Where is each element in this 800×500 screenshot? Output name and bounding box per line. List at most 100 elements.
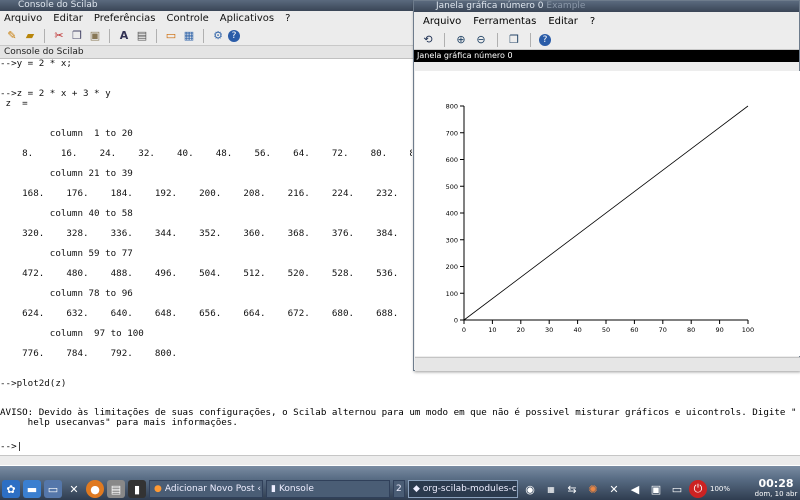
print-icon[interactable]: ▤ — [134, 28, 150, 44]
horizontal-scrollbar[interactable] — [0, 455, 800, 465]
x-tick-label: 50 — [602, 326, 610, 334]
clock-date: dom, 10 abr — [754, 490, 798, 498]
console-line: -->z = 2 * x + 3 * y — [0, 88, 111, 99]
y-tick-label: 500 — [446, 183, 458, 191]
x-tick-label: 90 — [715, 326, 723, 334]
task-konsole[interactable]: ▮ Konsole — [266, 480, 390, 498]
kde-menu-icon[interactable]: ✿ — [2, 480, 20, 498]
plot-canvas[interactable]: 0 10 20 30 40 50 60 70 80 90 100 0 100 200 300 400 500 60… — [415, 71, 800, 356]
firefox-icon: ● — [154, 484, 162, 494]
y-tick-label: 0 — [454, 317, 458, 325]
tools-icon[interactable]: ✕ — [65, 480, 83, 498]
menu-preferencias[interactable]: Preferências — [94, 13, 156, 24]
gmenu-editar[interactable]: Editar — [548, 16, 578, 27]
console-line: 624. 632. 640. 648. 656. 664. 672. 680. … — [0, 308, 412, 319]
console-line: column 97 to 100 — [0, 328, 144, 339]
clear-history-icon[interactable]: ▦ — [181, 28, 197, 44]
taskbar-top-strip — [0, 466, 800, 478]
toolbar-separator — [203, 28, 204, 43]
cut-icon[interactable]: ✂ — [51, 28, 67, 44]
warning-line: help usecanvas" para mais informações. — [0, 417, 238, 428]
toolbar-separator — [44, 28, 45, 43]
graphic-header-bar: Janela gráfica número 0 — [414, 50, 799, 62]
tray-power-icon[interactable]: ⏻ — [689, 480, 707, 498]
console-line: column 78 to 96 — [0, 288, 133, 299]
datatip-icon[interactable]: ❐ — [506, 32, 522, 48]
menu-aplicativos[interactable]: Aplicativos — [220, 13, 274, 24]
console-line: -->y = 2 * x; — [0, 59, 72, 69]
series-line — [463, 105, 749, 321]
clock-time: 00:28 — [758, 477, 794, 490]
tray-clipboard-icon[interactable]: ▣ — [647, 480, 665, 498]
zoom-in-icon[interactable]: ⊕ — [453, 32, 469, 48]
open-file-icon[interactable]: ▰ — [22, 28, 38, 44]
x-tick-label: 100 — [742, 326, 754, 334]
menu-help[interactable]: ? — [285, 13, 290, 24]
paste-icon[interactable]: ▣ — [87, 28, 103, 44]
console-prompt[interactable]: -->| — [0, 441, 22, 452]
monitor-icon[interactable]: ▭ — [44, 480, 62, 498]
gmenu-arquivo[interactable]: Arquivo — [423, 16, 461, 27]
task-firefox[interactable]: ●Adicionar Novo Post ‹ Lib — [149, 480, 263, 498]
graphic-window: Janela gráfica número 0 Example Arquivo … — [413, 0, 800, 371]
files-icon[interactable]: ▤ — [107, 480, 125, 498]
tray-notification-icon[interactable]: ◉ — [521, 480, 539, 498]
toolbar-separator — [497, 32, 498, 47]
tray-volume-icon[interactable]: ◀ — [626, 480, 644, 498]
console-line: 472. 480. 488. 496. 504. 512. 520. 528. … — [0, 268, 412, 279]
desktop-icon[interactable]: ▬ — [23, 480, 41, 498]
y-tick-label: 700 — [446, 129, 458, 137]
y-tick-label: 800 — [446, 103, 458, 111]
help-icon[interactable]: ? — [228, 29, 240, 42]
task-scilab[interactable]: ◆org-scilab-modules-core — [408, 480, 518, 498]
x-tick-label: 60 — [630, 326, 638, 334]
y-tick-label: 200 — [446, 263, 458, 271]
gmenu-help[interactable]: ? — [590, 16, 595, 27]
console-line: column 21 to 39 — [0, 168, 133, 179]
y-tick-label: 600 — [446, 156, 458, 164]
graphic-toolbar: ⟲ ⊕ ⊖ ❐ ? — [414, 30, 799, 50]
preferences-gear-icon[interactable]: ⚙ — [210, 28, 226, 44]
x-tick-label: 10 — [488, 326, 496, 334]
tray-update-icon[interactable]: ✺ — [584, 480, 602, 498]
help-icon[interactable]: ? — [539, 33, 551, 46]
copy-icon[interactable]: ❐ — [69, 28, 85, 44]
plot-svg: 0 10 20 30 40 50 60 70 80 90 100 0 100 200 300 400 500 60… — [446, 103, 755, 335]
clock[interactable]: 00:28 dom, 10 abr — [754, 478, 798, 500]
console-output[interactable]: -->y = 2 * x; -->z = 2 * x + 3 * y z = c… — [0, 59, 412, 454]
menu-arquivo[interactable]: Arquivo — [4, 13, 42, 24]
tray-display-icon[interactable]: ▭ — [668, 480, 686, 498]
x-tick-label: 70 — [659, 326, 667, 334]
new-script-icon[interactable]: ✎ — [4, 28, 20, 44]
tray-keyboard-icon[interactable]: ▦ — [542, 480, 560, 498]
terminal-icon[interactable]: ▮ — [128, 480, 146, 498]
task-group-count[interactable]: 2 — [393, 480, 405, 498]
gmenu-ferramentas[interactable]: Ferramentas — [473, 16, 536, 27]
console-warning: AVISO: Devido às limitações de suas conf… — [0, 408, 800, 428]
task-label: org-scilab-modules-core — [422, 484, 517, 494]
scilab-icon: ◆ — [413, 484, 420, 494]
firefox-icon[interactable]: ● — [86, 480, 104, 498]
menu-editar[interactable]: Editar — [53, 13, 83, 24]
font-icon[interactable]: A — [116, 28, 132, 44]
menu-controle[interactable]: Controle — [166, 13, 208, 24]
toolbar-separator — [530, 32, 531, 47]
tray-tools-icon[interactable]: ✕ — [605, 480, 623, 498]
tray-battery-icon[interactable]: 100% — [710, 480, 730, 498]
x-tick-label: 80 — [687, 326, 695, 334]
console-line: 320. 328. 336. 344. 352. 360. 368. 376. … — [0, 228, 412, 239]
terminal-icon: ▮ — [271, 484, 276, 494]
zoom-out-icon[interactable]: ⊖ — [473, 32, 489, 48]
console-line: column 40 to 58 — [0, 208, 133, 219]
task-label: Adicionar Novo Post ‹ Lib — [164, 484, 262, 494]
console-line: z = — [0, 98, 28, 109]
clear-console-icon[interactable]: ▭ — [163, 28, 179, 44]
tray-network-icon[interactable]: ⇆ — [563, 480, 581, 498]
graphic-title: Janela gráfica número 0 — [436, 1, 544, 11]
rotate-icon[interactable]: ⟲ — [420, 32, 436, 48]
toolbar-separator — [109, 28, 110, 43]
x-tick-label: 0 — [462, 326, 466, 334]
console-line: column 59 to 77 — [0, 248, 133, 259]
